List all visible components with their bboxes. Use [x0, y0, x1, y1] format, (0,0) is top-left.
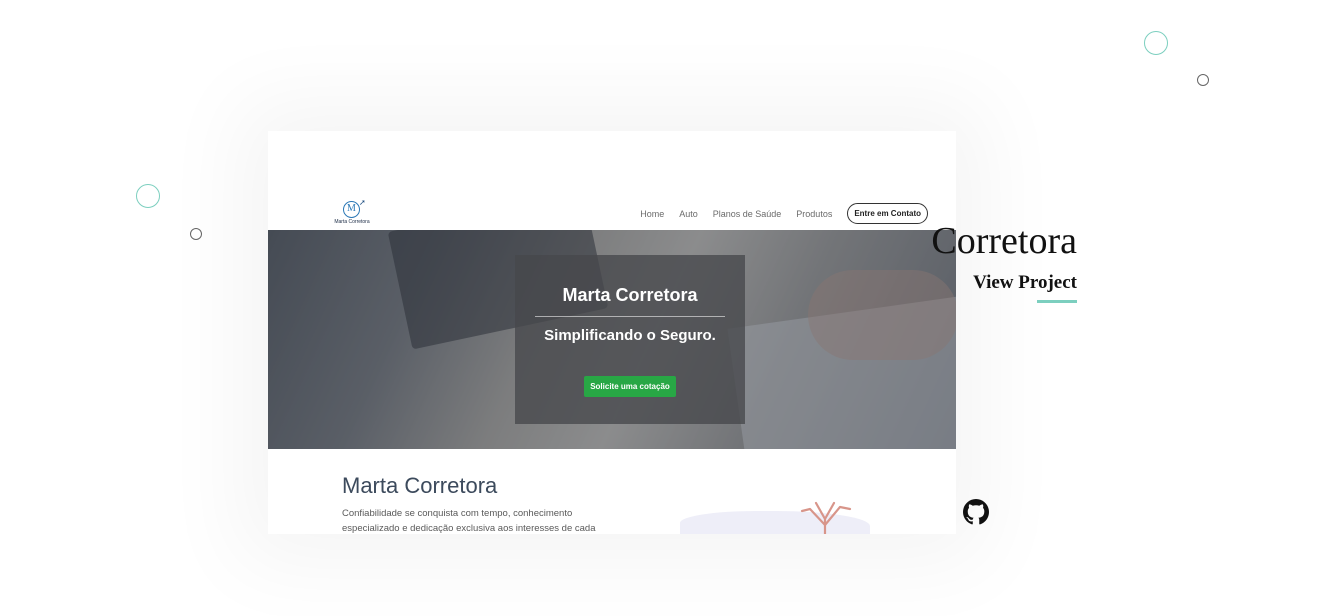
- decorative-circle-large-left: [136, 184, 160, 208]
- hero-title: Marta Corretora: [562, 285, 698, 305]
- view-project-underline: [1037, 300, 1077, 303]
- preview-navbar: M ➚ Marta Corretora Home Auto Planos de …: [268, 131, 956, 230]
- project-preview-card[interactable]: M ➚ Marta Corretora Home Auto Planos de …: [268, 131, 956, 534]
- tree-icon: [800, 501, 852, 534]
- preview-nav-auto: Auto: [679, 208, 698, 219]
- decorative-circle-small-left: [190, 228, 202, 240]
- preview-quote-button: Solicite uma cotação: [584, 376, 676, 397]
- about-text: Confiabilidade se conquista com tempo, c…: [342, 508, 596, 534]
- decorative-circle-large-top-right: [1144, 31, 1168, 55]
- preview-about-section: Marta Corretora Confiabilidade se conqui…: [268, 449, 956, 534]
- hero-subtitle: Simplificando o Seguro.: [544, 327, 716, 344]
- preview-hero: Marta Corretora Simplificando o Seguro. …: [268, 230, 956, 449]
- hero-divider: [535, 316, 725, 317]
- preview-contact-button: Entre em Contato: [847, 203, 928, 224]
- project-title: Corretora: [931, 220, 1077, 262]
- tree-illustration: [680, 501, 870, 534]
- github-icon[interactable]: [963, 499, 989, 525]
- preview-nav-home: Home: [640, 208, 665, 219]
- logo-mark: M: [343, 201, 360, 218]
- preview-logo: M ➚ Marta Corretora: [332, 198, 372, 227]
- view-project-link[interactable]: View Project: [973, 272, 1077, 294]
- decorative-circle-small-top-right: [1197, 74, 1209, 86]
- about-title: Marta Corretora: [342, 473, 498, 498]
- hero-text-box: Marta Corretora Simplificando o Seguro. …: [515, 255, 745, 424]
- preview-nav-planos: Planos de Saúde: [712, 208, 782, 219]
- preview-nav-produtos: Produtos: [796, 208, 833, 219]
- logo-text: Marta Corretora: [334, 219, 370, 225]
- arrow-icon: ➚: [359, 198, 366, 207]
- preview-nav-links: Home Auto Planos de Saúde Produtos Entre…: [640, 203, 928, 224]
